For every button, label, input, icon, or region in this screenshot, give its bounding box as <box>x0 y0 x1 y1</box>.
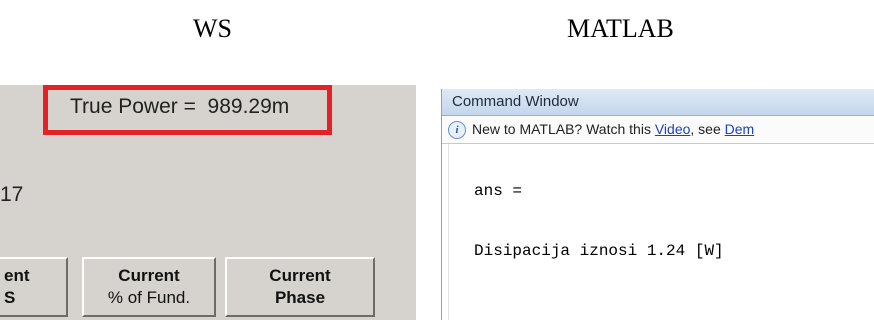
info-bar: i New to MATLAB? Watch this Video, see De… <box>442 116 874 144</box>
column-header-line2: S <box>4 288 16 307</box>
info-mid-text: , see <box>690 121 725 137</box>
ws-panel: True Power = 989.29m 17 ent S Current % … <box>0 85 416 320</box>
ws-heading: WS <box>193 14 232 43</box>
output-line: Disipacija iznosi 1.24 [W] <box>474 242 724 260</box>
column-header-line1: Current <box>269 266 331 285</box>
demos-link[interactable]: Dem <box>725 121 755 137</box>
command-window-titlebar[interactable]: Command Window <box>442 89 874 116</box>
matlab-command-window: Command Window i New to MATLAB? Watch thi… <box>441 89 874 320</box>
video-link[interactable]: Video <box>655 121 691 137</box>
column-header-line1: Current <box>118 266 180 285</box>
column-header-current-phase[interactable]: Current Phase <box>225 257 375 317</box>
output-line: ans = <box>474 182 523 200</box>
info-text: New to MATLAB? Watch this <box>472 121 655 137</box>
column-header-current-pct-fund[interactable]: Current % of Fund. <box>82 257 216 317</box>
true-power-label: True Power = <box>70 95 196 118</box>
true-power-readout: True Power = 989.29m <box>70 95 289 119</box>
column-header-line2: % of Fund. <box>107 288 191 307</box>
column-header-line2: Phase <box>274 288 326 307</box>
info-icon: i <box>448 121 466 140</box>
column-header-current-rms[interactable]: ent S <box>0 257 68 317</box>
true-power-value: 989.29m <box>207 95 290 118</box>
column-header-line1: ent <box>4 266 30 285</box>
matlab-heading: MATLAB <box>567 14 674 43</box>
gutter <box>442 144 449 320</box>
partial-value: 17 <box>0 183 24 206</box>
command-output-area[interactable]: ans = Disipacija iznosi 1.24 [W] <box>442 144 874 320</box>
